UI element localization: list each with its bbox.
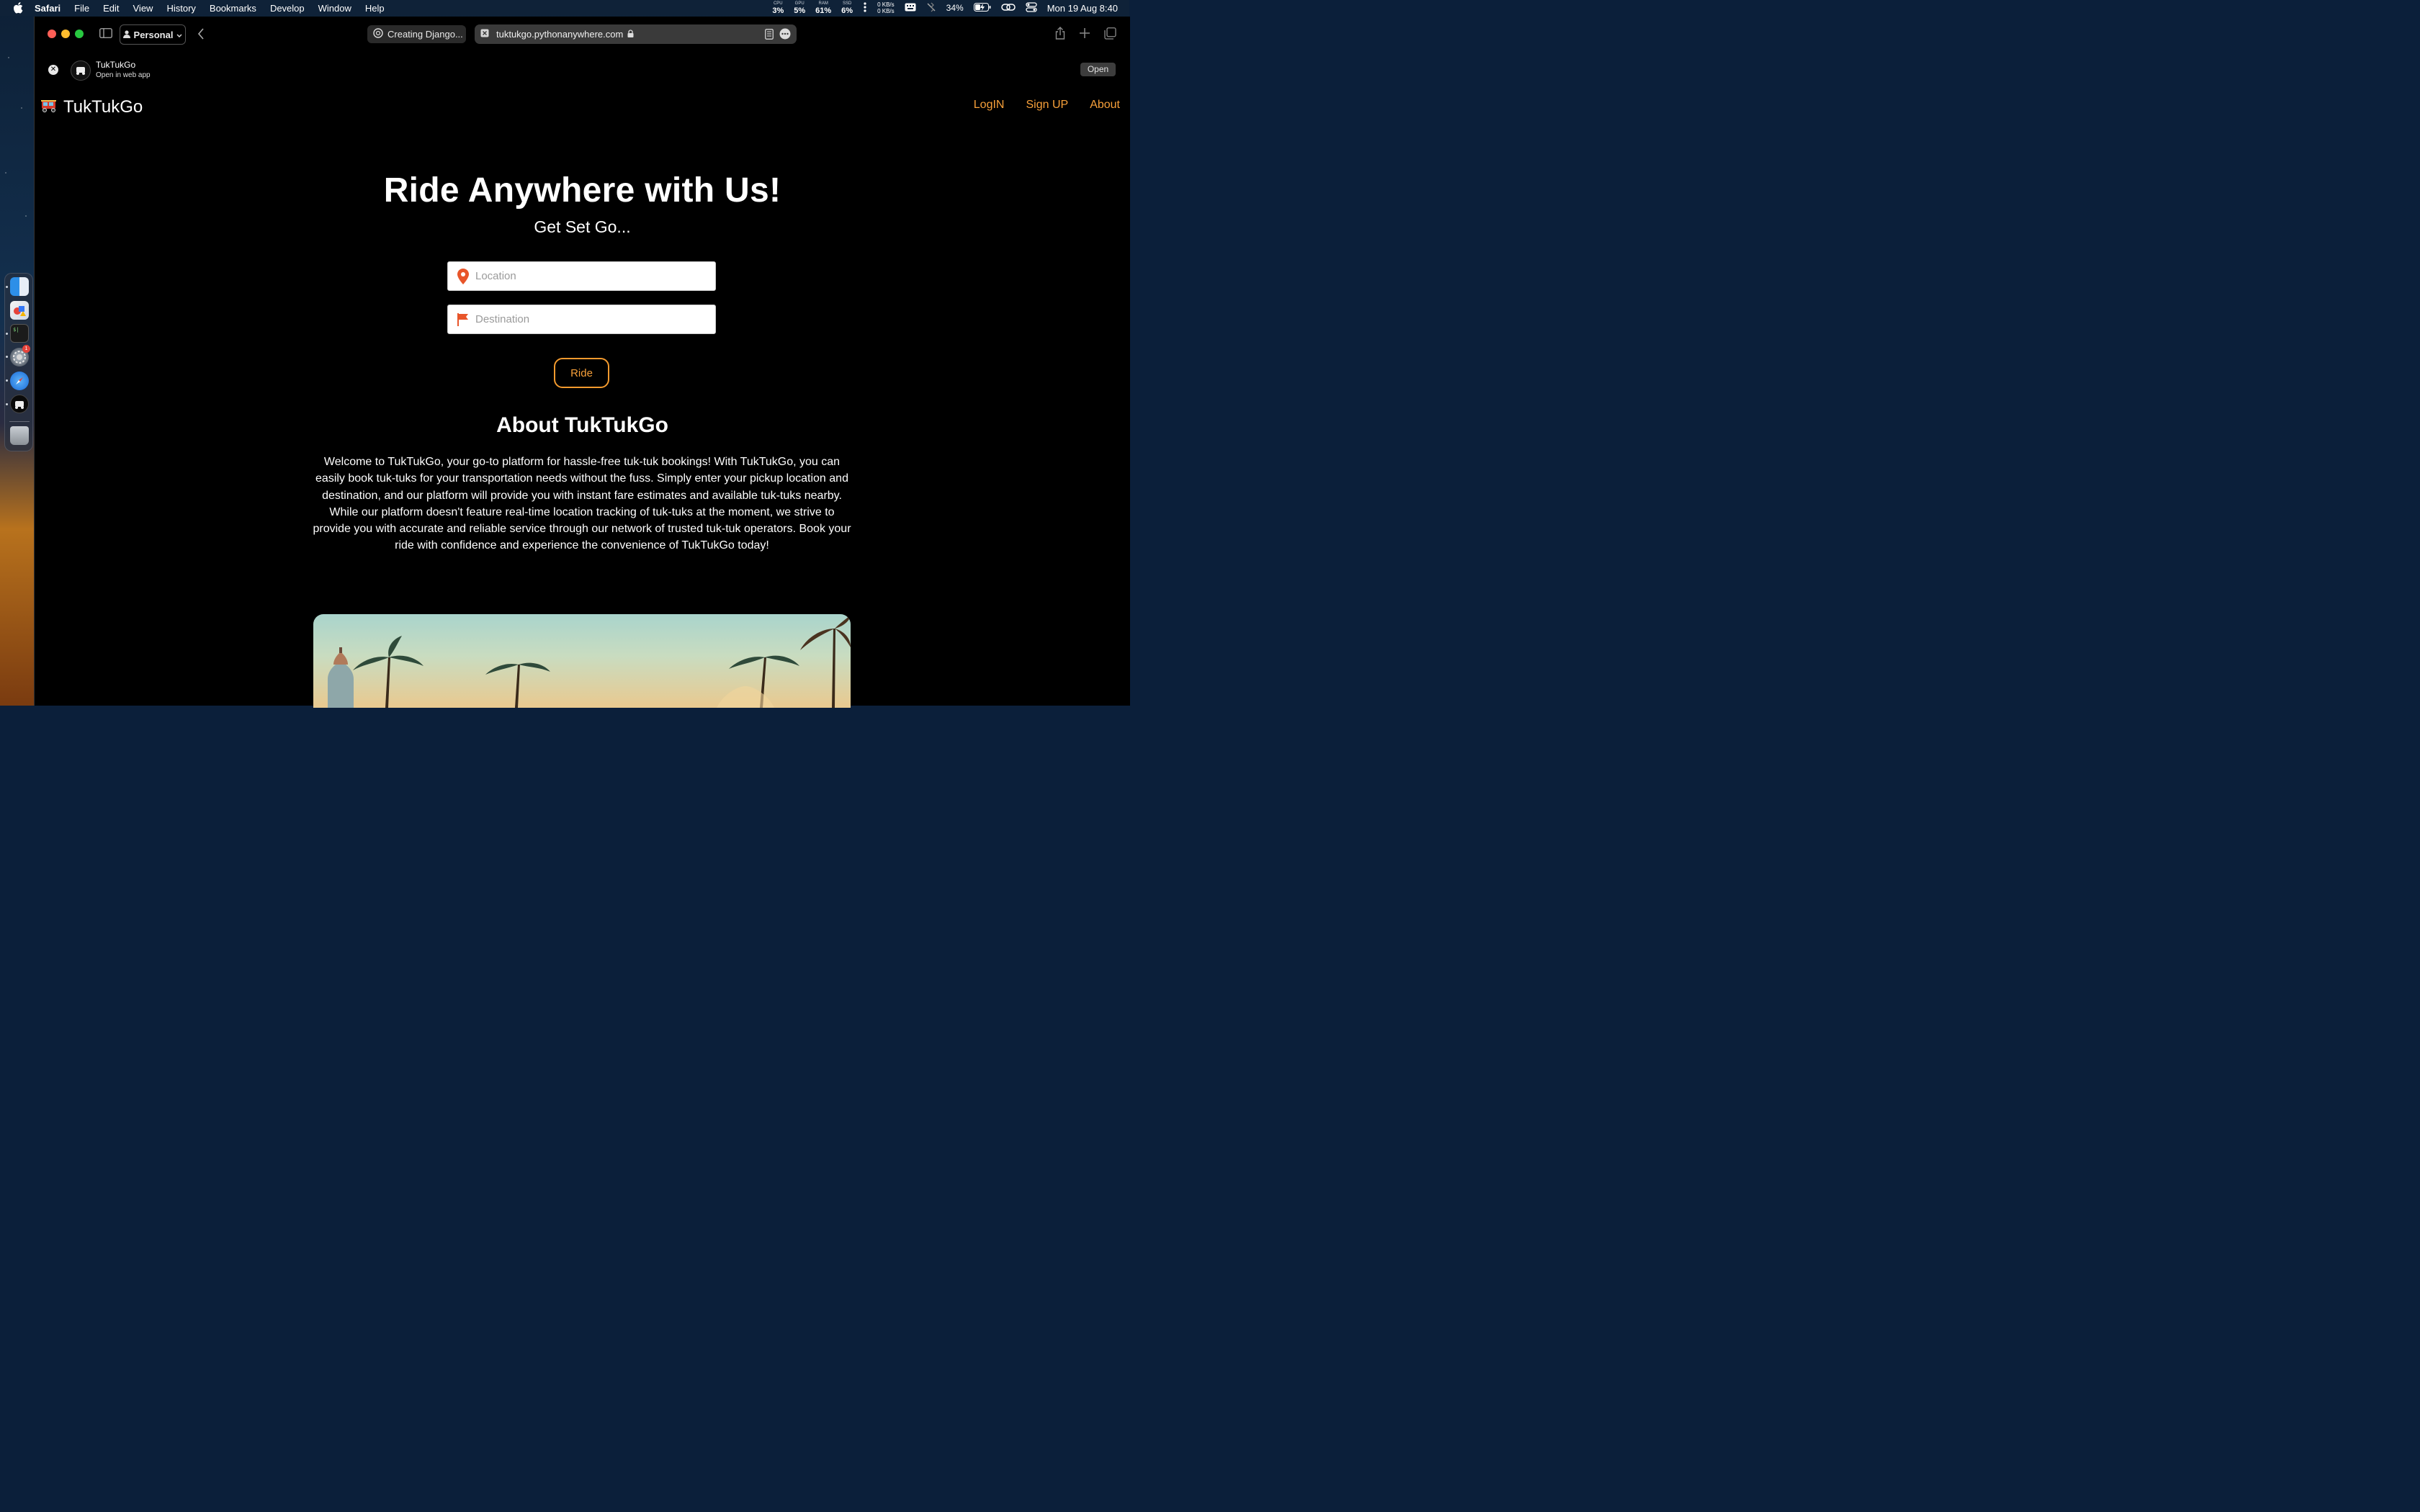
tuktuk-logo-icon xyxy=(40,99,58,117)
flag-icon xyxy=(456,312,470,326)
location-input[interactable] xyxy=(474,269,707,283)
cpu-stat-label: CPU xyxy=(773,1,783,6)
browser-window: Personal Creating Django... tuktukgo.pyt… xyxy=(34,17,1130,708)
person-icon xyxy=(122,30,130,40)
nav-login-link[interactable]: LogIN xyxy=(974,99,1005,112)
menu-view[interactable]: View xyxy=(133,3,153,14)
close-window-button[interactable] xyxy=(48,30,56,38)
menu-edit[interactable]: Edit xyxy=(103,3,119,14)
page-menu-icon[interactable] xyxy=(779,28,791,42)
dock: $| 1 xyxy=(4,273,33,451)
hero-title: Ride Anywhere with Us! xyxy=(383,171,781,210)
profile-label: Personal xyxy=(133,29,174,40)
tab-creating-django[interactable]: Creating Django... xyxy=(367,25,466,43)
open-webapp-button[interactable]: Open xyxy=(1080,63,1116,76)
destination-field[interactable] xyxy=(447,305,716,334)
tuktukgo-webapp-icon[interactable] xyxy=(10,395,29,413)
gpu-stat-value: 5% xyxy=(794,6,806,15)
dock-running-indicator xyxy=(6,286,8,288)
url-text: tuktukgo.pythonanywhere.com xyxy=(496,29,624,40)
ssd-stat[interactable]: SSD 6% xyxy=(841,1,853,15)
site-brand-name: TukTukGo xyxy=(63,97,143,117)
battery-percent: 34% xyxy=(946,3,964,13)
menu-file[interactable]: File xyxy=(74,3,89,14)
about-text: Welcome to TukTukGo, your go-to platform… xyxy=(313,456,851,552)
banner-app-name: TukTukGo xyxy=(96,60,136,70)
tab-overview-icon[interactable] xyxy=(1104,27,1116,40)
banner-subtitle: Open in web app xyxy=(96,71,151,79)
net-up-value: 0 KB/s xyxy=(877,1,895,8)
battery-icon[interactable] xyxy=(973,2,991,14)
address-bar[interactable]: tuktukgo.pythonanywhere.com xyxy=(475,24,797,44)
tuktuk-illustration xyxy=(313,614,851,708)
clock[interactable]: Mon 19 Aug 8:40 xyxy=(1047,3,1118,14)
reader-mode-icon[interactable] xyxy=(765,28,774,42)
close-tab-icon[interactable] xyxy=(480,29,489,40)
chatgpt-favicon-icon xyxy=(373,28,383,40)
sidebar-toggle-icon[interactable] xyxy=(99,28,112,38)
cpu-stat[interactable]: CPU 3% xyxy=(772,1,784,15)
freeform-icon[interactable] xyxy=(10,301,29,320)
ssd-stat-label: SSD xyxy=(842,1,852,6)
dock-running-indicator xyxy=(6,333,8,335)
destination-input[interactable] xyxy=(474,312,707,326)
menu-app-name[interactable]: Safari xyxy=(35,3,60,14)
about-title: About TukTukGo xyxy=(496,413,668,437)
notification-badge: 1 xyxy=(22,345,30,353)
site-nav: LogIN Sign UP About xyxy=(974,99,1120,112)
keyboard-icon[interactable] xyxy=(905,3,916,14)
site-brand[interactable]: TukTukGo xyxy=(40,97,143,117)
terminal-icon[interactable]: $| xyxy=(10,324,29,343)
menu-bar: Safari File Edit View History Bookmarks … xyxy=(0,0,1129,16)
tuktukgo-app-logo xyxy=(71,60,91,81)
menu-develop[interactable]: Develop xyxy=(270,3,305,14)
profile-switcher[interactable]: Personal xyxy=(120,24,186,45)
webapp-banner: ✕ TukTukGo Open in web app Open xyxy=(35,53,1130,89)
control-center-icon[interactable] xyxy=(1026,1,1037,14)
network-stat[interactable]: 0 KB/s 0 KB/s xyxy=(877,1,895,14)
ram-stat[interactable]: RAM 61% xyxy=(815,1,831,15)
ride-button[interactable]: Ride xyxy=(554,358,609,388)
nav-signup-link[interactable]: Sign UP xyxy=(1026,99,1068,112)
gpu-stat-label: GPU xyxy=(794,1,805,6)
net-down-value: 0 KB/s xyxy=(877,8,895,14)
lock-icon xyxy=(627,29,634,40)
menu-window[interactable]: Window xyxy=(318,3,351,14)
hero-subtitle: Get Set Go... xyxy=(534,217,631,236)
minimize-window-button[interactable] xyxy=(61,30,70,38)
new-tab-plus-icon[interactable] xyxy=(1080,28,1090,38)
chevron-down-icon xyxy=(176,30,182,40)
cpu-stat-value: 3% xyxy=(772,6,784,15)
menu-bookmarks[interactable]: Bookmarks xyxy=(210,3,256,14)
dismiss-banner-icon[interactable]: ✕ xyxy=(48,65,58,75)
dock-separator xyxy=(9,421,30,422)
share-icon[interactable] xyxy=(1055,27,1065,40)
browser-toolbar: Personal Creating Django... tuktukgo.pyt… xyxy=(35,17,1130,53)
ram-stat-label: RAM xyxy=(818,1,828,6)
gpu-stat[interactable]: GPU 5% xyxy=(794,1,805,15)
dock-running-indicator xyxy=(6,403,8,405)
nav-about-link[interactable]: About xyxy=(1090,99,1120,112)
bluetooth-off-icon[interactable] xyxy=(926,2,936,14)
location-field[interactable] xyxy=(447,261,716,291)
menu-history[interactable]: History xyxy=(166,3,195,14)
trash-icon[interactable] xyxy=(10,426,29,445)
finder-icon[interactable] xyxy=(10,277,29,296)
apple-menu-icon[interactable] xyxy=(13,2,24,14)
menu-help[interactable]: Help xyxy=(365,3,385,14)
dock-running-indicator xyxy=(6,356,8,358)
location-pin-icon xyxy=(456,268,470,284)
back-arrow-icon[interactable] xyxy=(197,28,205,40)
zoom-window-button[interactable] xyxy=(75,30,84,38)
ssd-stat-value: 6% xyxy=(841,6,853,15)
more-dots-icon[interactable] xyxy=(863,1,867,14)
link-icon[interactable] xyxy=(1000,2,1016,14)
safari-icon[interactable] xyxy=(10,372,29,390)
dock-running-indicator xyxy=(6,379,8,382)
ram-stat-value: 61% xyxy=(815,6,832,15)
tab-title: Creating Django... xyxy=(387,29,463,40)
